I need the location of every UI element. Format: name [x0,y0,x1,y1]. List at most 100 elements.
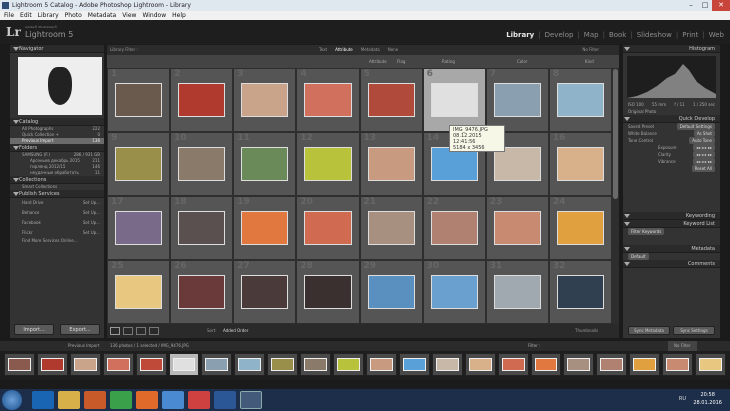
ie-icon[interactable] [32,391,54,409]
filmstrip-thumb[interactable] [4,353,35,376]
photo-thumbnail[interactable] [367,147,415,181]
photo-thumbnail[interactable] [304,83,352,117]
photo-thumbnail[interactable] [493,211,541,245]
menu-view[interactable]: View [122,11,136,20]
filmstrip-thumb[interactable] [596,353,628,376]
filmstrip-thumb[interactable] [398,353,430,376]
survey-view-icon[interactable] [149,327,159,335]
photo-thumbnail[interactable] [430,211,478,245]
menu-window[interactable]: Window [142,11,166,20]
grid-cell[interactable]: 13 [359,132,423,196]
grid-cell[interactable]: 21 [359,196,423,260]
module-develop[interactable]: Develop [545,31,574,39]
filmstrip-thumb[interactable] [464,353,496,376]
publish-item[interactable]: Facebook Set Up... [10,218,104,228]
slider-buttons[interactable]: ◂◂ ◂ ▸ ▸▸ [693,158,715,165]
start-button[interactable] [2,390,22,410]
grid-cell[interactable]: 29 [359,260,423,324]
menu-metadata[interactable]: Metadata [88,11,116,20]
photo-thumbnail[interactable] [115,147,163,181]
filmstrip-filter-select[interactable]: No Filter [668,341,697,351]
filmstrip-thumb[interactable] [69,353,101,376]
module-map[interactable]: Map [584,31,599,39]
filmstrip-thumb[interactable] [234,353,266,376]
grid-cell[interactable]: 27 [233,260,297,324]
filmstrip-thumb[interactable] [695,353,726,376]
filmstrip-source[interactable]: Previous Import [68,341,99,351]
language-indicator[interactable]: RU [679,396,686,402]
maximize-button[interactable]: □ [698,0,712,11]
photo-thumbnail[interactable] [115,275,163,309]
media-player-icon[interactable] [84,391,106,409]
publish-item[interactable]: Hard Drive Set Up... [10,198,104,208]
photo-thumbnail[interactable] [304,211,352,245]
grid-cell[interactable]: 31 [485,260,549,324]
photo-thumbnail[interactable] [304,147,352,181]
grid-cell[interactable]: 24 [548,196,612,260]
module-library[interactable]: Library [506,31,534,39]
saved-preset-select[interactable]: Default Settings [676,123,715,130]
grid-cell[interactable]: 12 [296,132,360,196]
reset-all-button[interactable]: Reset All [691,165,715,172]
grid-cell[interactable]: 20 [296,196,360,260]
grid-cell[interactable]: 32 [548,260,612,324]
sort-order-select[interactable]: Added Order [223,324,248,338]
grid-cell[interactable]: 9 [107,132,171,196]
close-button[interactable]: ✕ [712,0,730,11]
color-label[interactable]: Color [517,55,527,68]
grid-cell[interactable]: 2 [170,68,234,132]
photo-thumbnail[interactable] [367,211,415,245]
lightroom-taskbar-icon[interactable] [240,391,262,409]
filter-tab-attribute[interactable]: Attribute [335,45,353,55]
photo-thumbnail[interactable] [241,211,289,245]
navigator-header[interactable]: Navigator [10,45,104,53]
module-web[interactable]: Web [709,31,724,39]
collections-header[interactable]: Collections [10,176,104,184]
photo-thumbnail[interactable] [115,83,163,117]
export-button[interactable]: Export... [60,324,100,335]
grid-view-icon[interactable] [110,327,120,335]
word-icon[interactable] [214,391,236,409]
publish-header[interactable]: Publish Services [10,190,104,198]
module-slideshow[interactable]: Slideshow [637,31,672,39]
loupe-view-icon[interactable] [123,327,133,335]
photo-thumbnail[interactable] [556,147,604,181]
grid-cell[interactable]: 6 [422,68,486,132]
grid-cell[interactable]: 25 [107,260,171,324]
firefox-icon[interactable] [136,391,158,409]
publish-item[interactable]: Flickr Set Up... [10,228,104,238]
filmstrip-thumb[interactable] [530,353,562,376]
photo-thumbnail[interactable] [241,83,289,117]
filmstrip-thumb[interactable] [497,353,529,376]
filmstrip-thumb[interactable] [662,353,694,376]
keywording-header[interactable]: Keywording [623,212,720,220]
photo-thumbnail[interactable] [178,83,226,117]
menu-photo[interactable]: Photo [65,11,82,20]
publish-item[interactable]: Behance Set Up... [10,208,104,218]
grid-cell[interactable]: 17 [107,196,171,260]
filmstrip-thumb[interactable] [333,353,364,376]
sync-settings-button[interactable]: Sync Settings [673,326,715,335]
photo-thumbnail[interactable] [367,83,415,117]
photo-thumbnail[interactable] [178,275,226,309]
grid-cell[interactable]: 1 [107,68,171,132]
photo-thumbnail[interactable] [241,275,289,309]
catalog-header[interactable]: Catalog [10,118,104,126]
grid-cell[interactable]: 28 [296,260,360,324]
kind-label[interactable]: Kind [585,55,594,68]
publish-setup-button[interactable]: Set Up... [83,208,100,218]
photo-thumbnail[interactable] [304,275,352,309]
slider-buttons[interactable]: ◂◂ ◂ ▸ ▸▸ [693,144,715,151]
photo-thumbnail[interactable] [493,147,541,181]
quick-develop-header[interactable]: Quick Develop [623,115,720,123]
icq-icon[interactable] [110,391,132,409]
photo-thumbnail[interactable] [430,275,478,309]
photo-thumbnail[interactable] [367,275,415,309]
keyword-list-header[interactable]: Keyword List [623,220,720,228]
menu-help[interactable]: Help [172,11,186,20]
photo-thumbnail[interactable] [115,211,163,245]
grid-cell[interactable]: 10 [170,132,234,196]
menu-file[interactable]: File [4,11,14,20]
grid-cell[interactable]: 30 [422,260,486,324]
rating-label[interactable]: Rating [442,55,455,68]
